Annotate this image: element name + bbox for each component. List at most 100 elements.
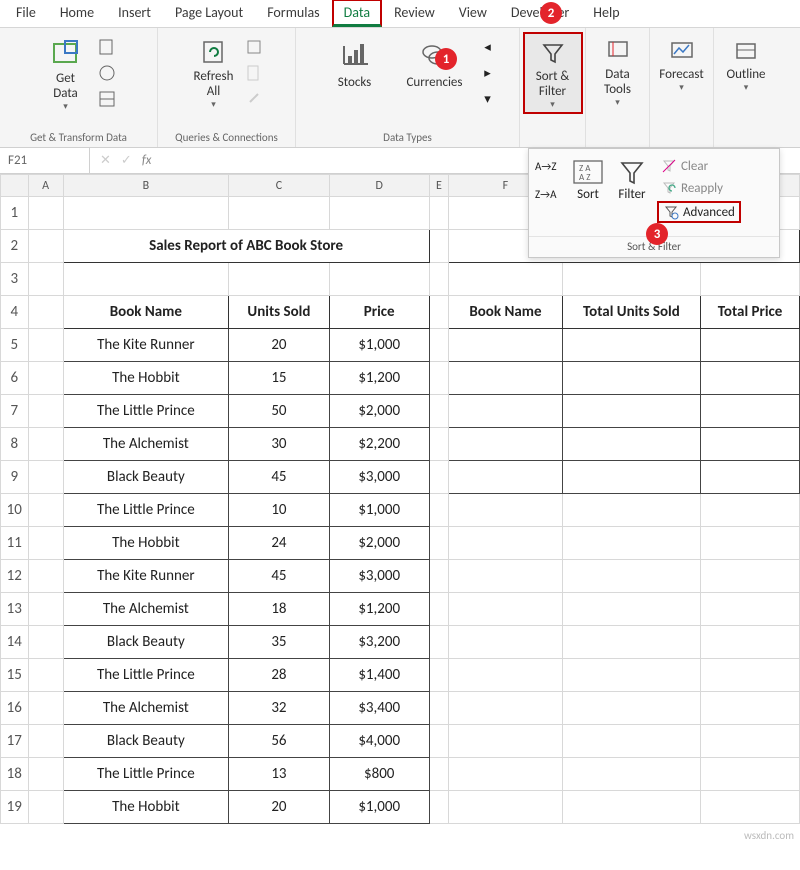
tab-page-layout[interactable]: Page Layout <box>163 0 255 27</box>
currencies-button[interactable]: Currencies <box>395 32 475 93</box>
sort-asc-button[interactable]: A→Z <box>535 159 559 183</box>
filter-button[interactable]: Filter <box>611 155 653 236</box>
enter-icon[interactable]: ✓ <box>121 153 132 168</box>
row-6[interactable]: 6 <box>1 362 29 395</box>
row-9[interactable]: 9 <box>1 461 29 494</box>
cell-book[interactable]: The Hobbit <box>63 362 229 395</box>
cell-units[interactable]: 20 <box>229 329 330 362</box>
from-web-icon[interactable] <box>96 62 118 84</box>
col-E[interactable]: E <box>429 175 449 197</box>
cell-units[interactable]: 35 <box>229 626 330 659</box>
cell[interactable] <box>562 395 700 428</box>
cell-price[interactable]: $3,000 <box>329 461 429 494</box>
row-14[interactable]: 14 <box>1 626 29 659</box>
cell-units[interactable]: 30 <box>229 428 330 461</box>
sort-button[interactable]: Z AA Z Sort <box>565 155 611 236</box>
cell-units[interactable]: 10 <box>229 494 330 527</box>
cell-book[interactable]: The Kite Runner <box>63 560 229 593</box>
cell[interactable] <box>701 395 800 428</box>
row-5[interactable]: 5 <box>1 329 29 362</box>
cell-units[interactable]: 45 <box>229 461 330 494</box>
row-2[interactable]: 2 <box>1 230 29 263</box>
cell-book[interactable]: The Alchemist <box>63 428 229 461</box>
scroll-left-icon[interactable]: ◂ <box>477 36 499 58</box>
row-13[interactable]: 13 <box>1 593 29 626</box>
cell-book[interactable]: Black Beauty <box>63 725 229 758</box>
cell[interactable] <box>701 362 800 395</box>
cell-book[interactable]: The Little Prince <box>63 758 229 791</box>
cell-book[interactable]: The Alchemist <box>63 692 229 725</box>
row-8[interactable]: 8 <box>1 428 29 461</box>
cell-price[interactable]: $1,400 <box>329 659 429 692</box>
properties-icon[interactable] <box>244 62 266 84</box>
cell-units[interactable]: 18 <box>229 593 330 626</box>
cell-price[interactable]: $1,200 <box>329 362 429 395</box>
cell-book[interactable]: The Little Prince <box>63 494 229 527</box>
cell-price[interactable]: $1,000 <box>329 791 429 824</box>
row-19[interactable]: 19 <box>1 791 29 824</box>
tab-review[interactable]: Review <box>382 0 447 27</box>
row-11[interactable]: 11 <box>1 527 29 560</box>
tab-formulas[interactable]: Formulas <box>255 0 331 27</box>
tab-home[interactable]: Home <box>48 0 106 27</box>
cell-book[interactable]: The Hobbit <box>63 791 229 824</box>
row-1[interactable]: 1 <box>1 197 29 230</box>
cell-units[interactable]: 15 <box>229 362 330 395</box>
cell[interactable] <box>449 461 563 494</box>
cell-units[interactable]: 56 <box>229 725 330 758</box>
scroll-right-icon[interactable]: ▸ <box>477 62 499 84</box>
name-box[interactable]: F21 <box>0 148 90 173</box>
fx-icon[interactable]: fx <box>142 153 152 168</box>
cell-units[interactable]: 32 <box>229 692 330 725</box>
cell[interactable] <box>449 395 563 428</box>
tab-help[interactable]: Help <box>581 0 631 27</box>
cell-price[interactable]: $3,000 <box>329 560 429 593</box>
data-tools-button[interactable]: Data Tools ▾ <box>590 32 646 110</box>
cell-price[interactable]: $800 <box>329 758 429 791</box>
cell-book[interactable]: Black Beauty <box>63 461 229 494</box>
cell-book[interactable]: The Hobbit <box>63 527 229 560</box>
row-10[interactable]: 10 <box>1 494 29 527</box>
cell[interactable] <box>562 362 700 395</box>
select-all-cell[interactable] <box>1 175 29 197</box>
row-12[interactable]: 12 <box>1 560 29 593</box>
cell[interactable] <box>562 461 700 494</box>
tab-insert[interactable]: Insert <box>106 0 163 27</box>
sort-filter-button[interactable]: Sort & Filter ▾ <box>523 32 583 114</box>
edit-links-icon[interactable] <box>244 88 266 110</box>
cancel-icon[interactable]: ✕ <box>100 153 111 168</box>
col-C[interactable]: C <box>229 175 330 197</box>
cell-price[interactable]: $1,000 <box>329 494 429 527</box>
cell[interactable] <box>701 461 800 494</box>
cell-units[interactable]: 24 <box>229 527 330 560</box>
cell-book[interactable]: The Little Prince <box>63 659 229 692</box>
cell[interactable] <box>449 362 563 395</box>
cell-price[interactable]: $2,200 <box>329 428 429 461</box>
row-7[interactable]: 7 <box>1 395 29 428</box>
cell-book[interactable]: The Alchemist <box>63 593 229 626</box>
queries-icon[interactable] <box>244 36 266 58</box>
cell-units[interactable]: 50 <box>229 395 330 428</box>
cell-units[interactable]: 45 <box>229 560 330 593</box>
row-16[interactable]: 16 <box>1 692 29 725</box>
advanced-button[interactable]: Advanced <box>657 201 741 223</box>
cell-price[interactable]: $1,200 <box>329 593 429 626</box>
cell[interactable] <box>562 428 700 461</box>
cell-book[interactable]: Black Beauty <box>63 626 229 659</box>
col-B[interactable]: B <box>63 175 229 197</box>
cell-units[interactable]: 28 <box>229 659 330 692</box>
row-15[interactable]: 15 <box>1 659 29 692</box>
cell-price[interactable]: $3,200 <box>329 626 429 659</box>
cell-price[interactable]: $2,000 <box>329 527 429 560</box>
cell-units[interactable]: 13 <box>229 758 330 791</box>
col-D[interactable]: D <box>329 175 429 197</box>
refresh-all-button[interactable]: Refresh All ▾ <box>186 32 242 114</box>
reapply-button[interactable]: Reapply <box>657 179 741 197</box>
row-4[interactable]: 4 <box>1 296 29 329</box>
col-A[interactable]: A <box>28 175 63 197</box>
cell[interactable] <box>562 329 700 362</box>
row-18[interactable]: 18 <box>1 758 29 791</box>
get-data-button[interactable]: Get Data ▾ <box>38 32 94 114</box>
cell-book[interactable]: The Kite Runner <box>63 329 229 362</box>
from-table-icon[interactable] <box>96 88 118 110</box>
